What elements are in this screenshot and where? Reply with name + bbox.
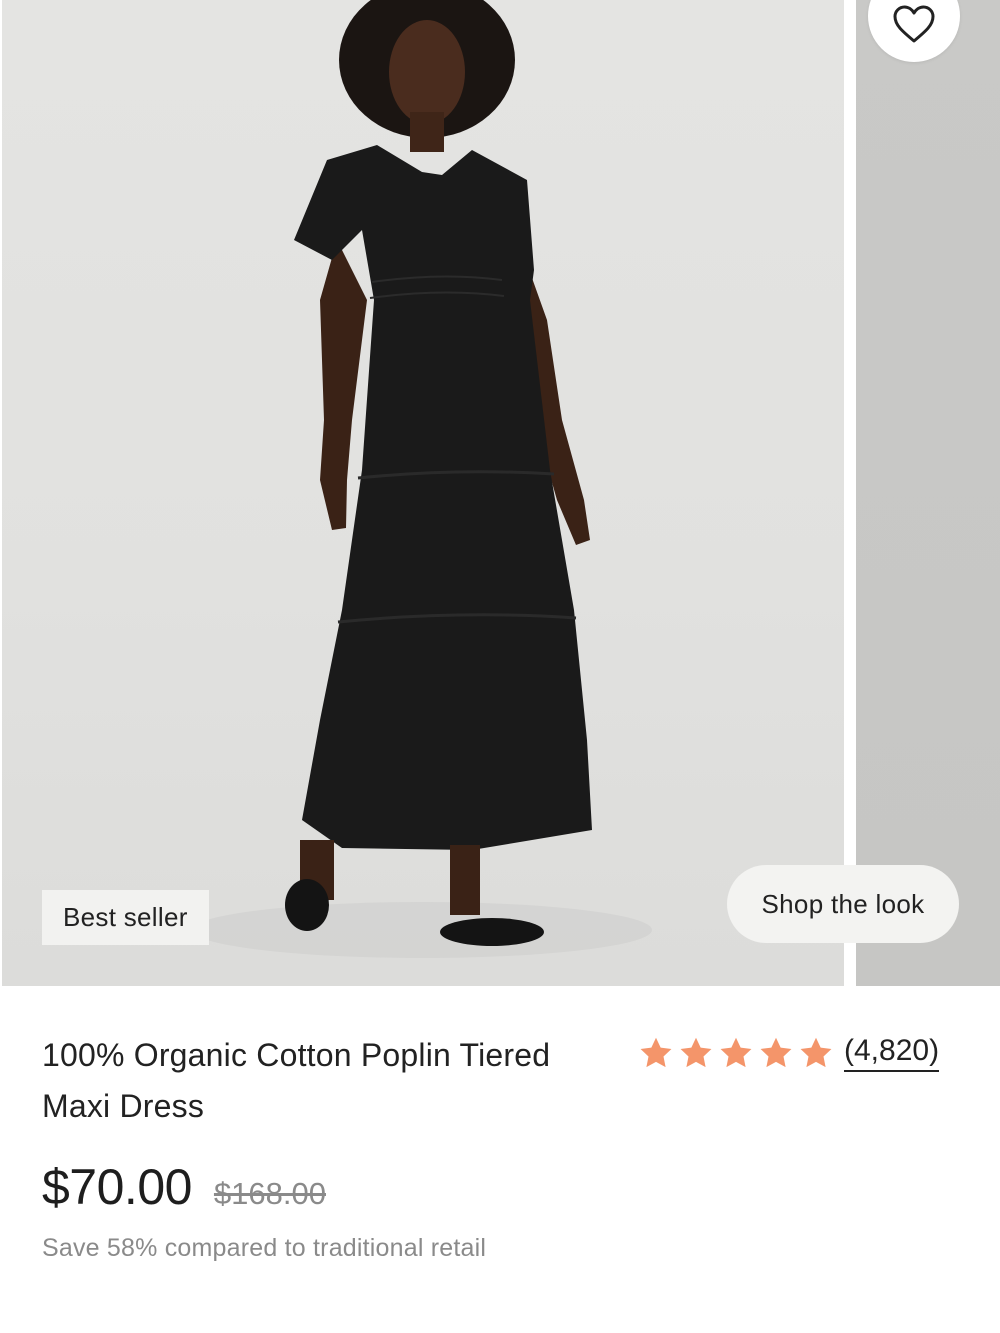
product-image-main[interactable] bbox=[2, 0, 844, 986]
product-info: 100% Organic Cotton Poplin Tiered Maxi D… bbox=[0, 986, 1000, 1333]
star-icon bbox=[680, 1037, 712, 1068]
price-row: $70.00 $168.00 bbox=[42, 1158, 326, 1216]
best-seller-badge: Best seller bbox=[42, 890, 209, 945]
model-in-black-dress-image bbox=[192, 0, 652, 958]
product-image-gallery[interactable]: Best seller Shop the look bbox=[0, 0, 1000, 986]
rating-stars bbox=[638, 1035, 834, 1071]
savings-text: Save 58% compared to traditional retail bbox=[42, 1234, 487, 1262]
product-image-next-preview[interactable] bbox=[856, 0, 1000, 986]
star-icon bbox=[720, 1037, 752, 1068]
review-count-link[interactable]: (4,820) bbox=[844, 1034, 940, 1072]
shop-the-look-button[interactable]: Shop the look bbox=[727, 865, 959, 943]
original-price: $168.00 bbox=[213, 1176, 326, 1211]
heart-outline-icon bbox=[893, 5, 935, 43]
sale-price: $70.00 bbox=[42, 1159, 192, 1215]
product-rating[interactable]: (4,820) bbox=[638, 1034, 940, 1072]
star-icon bbox=[640, 1037, 672, 1068]
product-title[interactable]: 100% Organic Cotton Poplin Tiered Maxi D… bbox=[42, 1030, 622, 1132]
star-icon bbox=[760, 1037, 792, 1068]
star-icon bbox=[800, 1037, 832, 1068]
